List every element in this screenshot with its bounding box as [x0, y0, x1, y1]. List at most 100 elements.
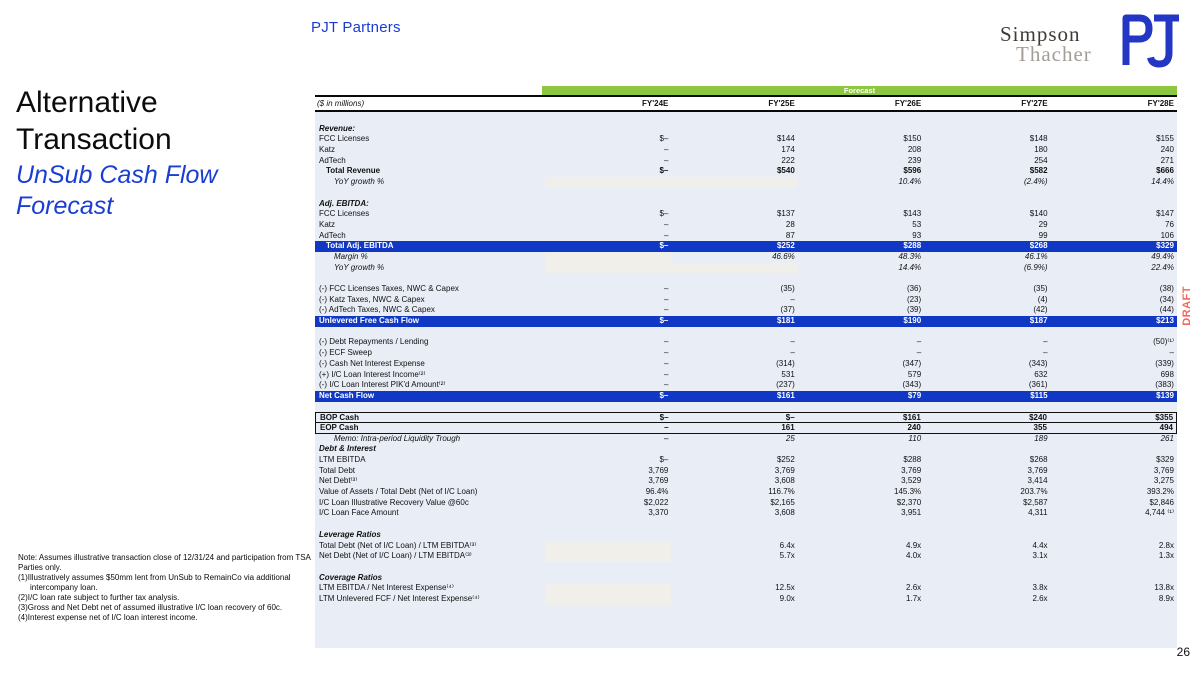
table-row: Total Debt 3,769 3,769 3,769 3,769 3,769: [315, 466, 1177, 477]
simpson-thacher-logo: Simpson Thacher: [1000, 22, 1110, 66]
cell-value: 3,769: [774, 465, 795, 475]
row-label: (-) I/C Loan Interest PIK'd Amount⁽²⁾: [319, 380, 446, 390]
cell-value: [798, 530, 924, 541]
table-row: (+) I/C Loan Interest Income⁽²⁾ – 531 579 63…: [315, 370, 1177, 381]
cell-value: 254: [1034, 155, 1048, 165]
cell-value: (347): [902, 358, 922, 368]
cell-value: 494: [1159, 422, 1174, 432]
table-row: Debt & Interest: [315, 444, 1177, 455]
table-row: I/C Loan Face Amount 3,370 3,608 3,951 4,311…: [315, 508, 1177, 519]
table-row: (-) ECF Sweep – – – – –: [315, 348, 1177, 359]
cell-value: 579: [907, 369, 922, 379]
table-row: YoY growth % 10.4% (2.4%) 14.4%: [315, 177, 1177, 188]
cell-value: 4.0x: [906, 551, 922, 561]
row-label: FCC Licenses: [319, 134, 370, 144]
cell-value: 96.4%: [645, 487, 669, 497]
cell-value: 240: [907, 422, 921, 432]
row-label: LTM EBITDA / Net Interest Expense⁽⁴⁾: [319, 583, 454, 593]
row-label: Revenue:: [319, 123, 356, 133]
cell-value: 6.4x: [779, 540, 795, 550]
row-label: Katz: [319, 219, 336, 229]
row-label: Net Debt (Net of I/C Loan) / LTM EBITDA⁽…: [319, 551, 472, 561]
table-spacer-row: [315, 188, 1177, 199]
cell-value: 4,744 ⁽¹⁾: [1145, 508, 1174, 518]
cell-value: [1051, 124, 1177, 135]
table-row: Memo: Intra-period Liquidity Trough – 25 11…: [315, 434, 1177, 445]
cell-value: 49.4%: [1151, 251, 1174, 261]
cell-value: 3,370: [648, 508, 669, 518]
table-row: (-) Katz Taxes, NWC & Capex – – (23) (4) (34): [315, 295, 1177, 306]
cell-value: 93: [912, 230, 922, 240]
row-label: Debt & Interest: [319, 444, 376, 454]
cell-value: 4.9x: [906, 540, 922, 550]
table-row: Revenue:: [315, 124, 1177, 135]
table-row: FCC Licenses $– $144 $150 $148 $155: [315, 134, 1177, 145]
table-row: EOP Cash – 161 240 355 494: [315, 422, 1177, 434]
cell-value: $–: [659, 134, 669, 144]
cell-value: 3,608: [774, 476, 795, 486]
footnote-line: Note: Assumes illustrative transaction c…: [18, 553, 311, 572]
cell-value: $161: [776, 390, 795, 400]
table-row: Net Cash Flow $– $161 $79 $115 $139: [315, 390, 1177, 402]
cell-value: 22.4%: [1151, 262, 1174, 272]
cell-value: $137: [776, 209, 795, 219]
cell-value: $147: [1156, 209, 1174, 219]
cell-value: 180: [1034, 145, 1048, 155]
column-header: FY'27E: [1021, 99, 1048, 108]
row-label: Coverage Ratios: [319, 572, 383, 582]
row-label: Total Debt (Net of I/C Loan) / LTM EBITD…: [319, 540, 477, 550]
cell-value: (44): [1159, 305, 1174, 315]
cell-value: –: [790, 294, 795, 304]
row-label: Leverage Ratios: [319, 529, 381, 539]
cell-value: [545, 251, 672, 263]
cell-value: $–: [659, 390, 669, 400]
cell-value: [1051, 530, 1177, 541]
table-row: AdTech – 87 93 99 106: [315, 231, 1177, 242]
cell-value: [798, 444, 924, 455]
cell-value: (37): [780, 305, 795, 315]
cell-value: [545, 583, 672, 594]
cell-value: 3,769: [648, 465, 669, 475]
cell-value: –: [790, 348, 795, 358]
cell-value: [924, 444, 1050, 455]
cell-value: [924, 199, 1050, 210]
cell-value: –: [663, 294, 669, 304]
cell-value: $–: [659, 209, 669, 219]
footnote-line: (3)Gross and Net Debt net of assumed ill…: [18, 603, 283, 612]
cell-value: 3,769: [1027, 465, 1048, 475]
table-row: YoY growth % 14.4% (6.9%) 22.4%: [315, 262, 1177, 274]
cell-value: $–: [659, 316, 669, 326]
page-subtitle-line2: Forecast: [16, 192, 114, 220]
cell-value: $2,370: [896, 497, 922, 507]
row-label: Total Debt: [319, 465, 356, 475]
row-label: (-) ECF Sweep: [319, 348, 372, 358]
table-header-row: ($ in millions) FY'24E FY'25E FY'26E FY'27E…: [315, 98, 1177, 109]
cell-value: (314): [776, 358, 795, 368]
row-label: LTM EBITDA: [319, 455, 366, 464]
forecast-banner: Forecast: [542, 86, 1177, 95]
cell-value: (38): [1159, 284, 1174, 293]
cell-value: $161: [903, 413, 921, 423]
cell-value: (343): [1028, 358, 1048, 368]
cell-value: –: [663, 348, 669, 358]
cell-value: 3,769: [648, 476, 669, 486]
cell-value: 3,529: [901, 476, 922, 486]
row-label: LTM Unlevered FCF / Net Interest Expense…: [319, 593, 480, 603]
table-row: Unlevered Free Cash Flow $– $181 $190 $187 $2…: [315, 316, 1177, 327]
row-label: Adj. EBITDA:: [319, 198, 369, 208]
cell-value: 46.6%: [772, 251, 795, 261]
table-row: (-) FCC Licenses Taxes, NWC & Capex – (35)…: [315, 284, 1177, 295]
cell-value: –: [664, 422, 669, 432]
table-row: AdTech – 222 239 254 271: [315, 156, 1177, 167]
cell-value: [798, 573, 924, 584]
cell-value: [545, 551, 672, 562]
footnotes: Note: Assumes illustrative transaction c…: [18, 553, 316, 623]
footnote-line: (4)Interest expense net of I/C loan inte…: [18, 613, 198, 622]
row-label: (-) Debt Repayments / Lending: [319, 337, 429, 347]
simpson-thacher-logo-line1: Simpson: [1000, 22, 1081, 46]
cell-value: (39): [906, 305, 922, 315]
row-label: Total Revenue: [326, 166, 381, 176]
cell-value: 698: [1160, 369, 1174, 379]
cell-value: $252: [776, 455, 795, 464]
simpson-thacher-logo-line2: Thacher: [1016, 42, 1092, 66]
